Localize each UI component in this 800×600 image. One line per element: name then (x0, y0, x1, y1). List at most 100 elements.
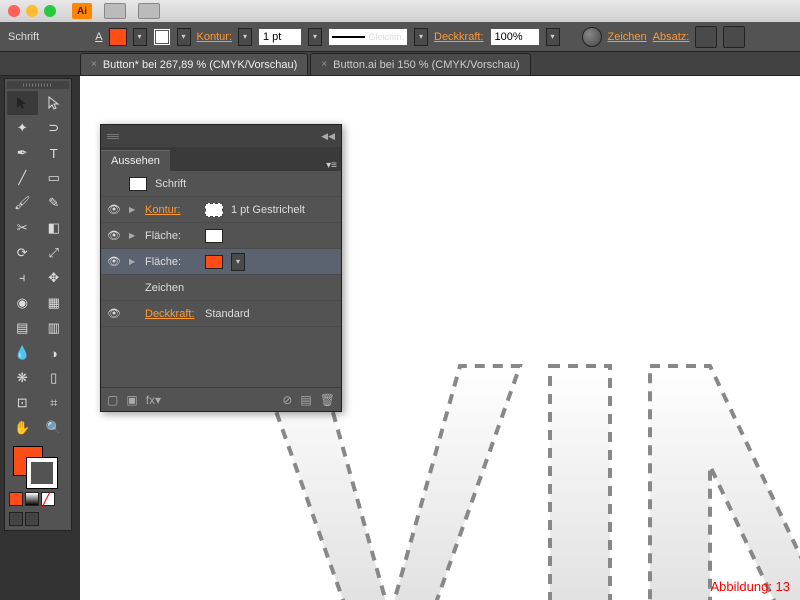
stroke-swatch-icon[interactable] (205, 203, 223, 217)
row-flaeche-2[interactable]: 👁 ▶ Fläche: (101, 249, 341, 275)
row-label: Fläche: (145, 230, 197, 242)
figure-label: Abbildung: 13 (710, 579, 790, 594)
align-center-button[interactable] (723, 26, 745, 48)
arrange-button[interactable] (138, 3, 160, 19)
mesh-tool[interactable]: ▤ (7, 316, 38, 340)
lasso-tool[interactable]: ⊃ (39, 116, 70, 140)
panel-grip-icon[interactable] (107, 134, 119, 139)
new-fill-icon[interactable]: ▢ (107, 393, 118, 407)
macos-titlebar: Ai (0, 0, 800, 22)
maximize-icon[interactable] (44, 5, 56, 17)
panel-tab-appearance[interactable]: Aussehen (101, 150, 170, 171)
line-tool[interactable]: ╱ (7, 166, 38, 190)
opacity-input[interactable] (490, 28, 540, 46)
magic-wand-tool[interactable]: ✦ (7, 116, 38, 140)
document-tab-1[interactable]: ×Button* bei 267,89 % (CMYK/Vorschau) (80, 53, 308, 75)
expand-icon[interactable]: ▶ (129, 205, 137, 214)
stroke-weight-dropdown[interactable] (308, 28, 322, 46)
eyedropper-tool[interactable]: 💧 (7, 341, 38, 365)
gradient-mode-icon[interactable] (25, 492, 39, 506)
shape-builder-tool[interactable]: ◉ (7, 291, 38, 315)
symbol-sprayer-tool[interactable]: ❋ (7, 366, 38, 390)
collapse-icon[interactable]: ◀◀ (321, 131, 335, 142)
opacity-dropdown[interactable] (546, 28, 560, 46)
align-left-button[interactable] (695, 26, 717, 48)
pencil-tool[interactable]: ✎ (39, 191, 70, 215)
close-icon[interactable]: × (91, 59, 97, 70)
row-label[interactable]: Deckkraft: (145, 308, 197, 320)
row-deckkraft[interactable]: 👁 Deckkraft: Standard (101, 301, 341, 327)
eraser-tool[interactable]: ◧ (39, 216, 70, 240)
screen-mode-icon[interactable] (9, 512, 23, 526)
panel-menu-icon[interactable]: ▾≡ (322, 160, 341, 171)
kontur-link[interactable]: Kontur: (197, 31, 232, 43)
row-value: 1 pt Gestrichelt (231, 204, 305, 216)
clear-icon[interactable]: ⊘ (282, 393, 292, 407)
row-schrift[interactable]: Schrift (101, 171, 341, 197)
stroke-swatch[interactable] (153, 28, 171, 46)
row-zeichen[interactable]: Zeichen (101, 275, 341, 301)
blob-brush-tool[interactable]: ✂ (7, 216, 38, 240)
document-tab-2[interactable]: ×Button.ai bei 150 % (CMYK/Vorschau) (310, 53, 530, 75)
fill-swatch-icon[interactable] (205, 229, 223, 243)
close-icon[interactable] (8, 5, 20, 17)
hand-tool[interactable]: ✋ (7, 416, 38, 440)
duplicate-icon[interactable]: ▤ (300, 393, 311, 407)
panel-header[interactable]: ◀◀ (101, 125, 341, 147)
stroke-color[interactable] (27, 458, 57, 488)
artboard-tool[interactable]: ⊡ (7, 391, 38, 415)
recolor-button[interactable] (582, 27, 602, 47)
row-label[interactable]: Kontur: (145, 204, 197, 216)
slice-tool[interactable]: ⌗ (39, 391, 70, 415)
stroke-dropdown[interactable] (177, 28, 191, 46)
deckkraft-link[interactable]: Deckkraft: (434, 31, 484, 43)
perspective-tool[interactable]: ▦ (39, 291, 70, 315)
panel-grip[interactable] (7, 81, 69, 89)
type-tool[interactable]: T (39, 141, 70, 165)
row-kontur[interactable]: 👁 ▶ Kontur: 1 pt Gestrichelt (101, 197, 341, 223)
fill-stroke-control[interactable] (7, 444, 69, 488)
stroke-weight-stepper[interactable] (238, 28, 252, 46)
gradient-tool[interactable]: ▥ (39, 316, 70, 340)
visibility-icon[interactable]: 👁 (107, 255, 121, 268)
trash-icon[interactable]: 🗑 (320, 393, 335, 407)
text-color-icon[interactable]: A (95, 31, 102, 43)
fill-swatch-icon[interactable] (205, 255, 223, 269)
visibility-icon[interactable]: 👁 (107, 203, 121, 216)
graph-tool[interactable]: ▯ (39, 366, 70, 390)
close-icon[interactable]: × (321, 59, 327, 70)
fill-swatch[interactable] (109, 28, 127, 46)
width-tool[interactable]: ⫞ (7, 266, 38, 290)
new-stroke-icon[interactable]: ▣ (126, 393, 137, 407)
minimize-icon[interactable] (26, 5, 38, 17)
row-label: Fläche: (145, 256, 197, 268)
screen-mode-icon[interactable] (25, 512, 39, 526)
fill-dropdown[interactable] (231, 253, 245, 271)
stroke-style-select[interactable]: Gleichm. (328, 28, 408, 46)
visibility-icon[interactable]: 👁 (107, 229, 121, 242)
bridge-button[interactable] (104, 3, 126, 19)
zeichen-link[interactable]: Zeichen (608, 31, 647, 43)
expand-icon[interactable]: ▶ (129, 231, 137, 240)
row-flaeche-1[interactable]: 👁 ▶ Fläche: (101, 223, 341, 249)
zoom-tool[interactable]: 🔍 (39, 416, 70, 440)
add-effect-icon[interactable]: fx▾ (146, 393, 161, 407)
stroke-weight-input[interactable] (258, 28, 302, 46)
paintbrush-tool[interactable]: 🖌 (7, 191, 38, 215)
none-mode-icon[interactable]: ╱ (41, 492, 55, 506)
blend-tool[interactable]: ◑ (39, 341, 70, 365)
stroke-style-dropdown[interactable] (414, 28, 428, 46)
rectangle-tool[interactable]: ▭ (39, 166, 70, 190)
rotate-tool[interactable]: ⟳ (7, 241, 38, 265)
pen-tool[interactable]: ✒ (7, 141, 38, 165)
color-mode-icon[interactable] (9, 492, 23, 506)
fill-dropdown[interactable] (133, 28, 147, 46)
absatz-link[interactable]: Absatz: (653, 31, 690, 43)
free-transform-tool[interactable]: ✥ (39, 266, 70, 290)
row-label: Zeichen (145, 282, 197, 294)
scale-tool[interactable]: ⤢ (39, 241, 70, 265)
direct-selection-tool[interactable] (39, 91, 70, 115)
expand-icon[interactable]: ▶ (129, 257, 137, 266)
selection-tool[interactable] (7, 91, 38, 115)
visibility-icon[interactable]: 👁 (107, 307, 121, 320)
